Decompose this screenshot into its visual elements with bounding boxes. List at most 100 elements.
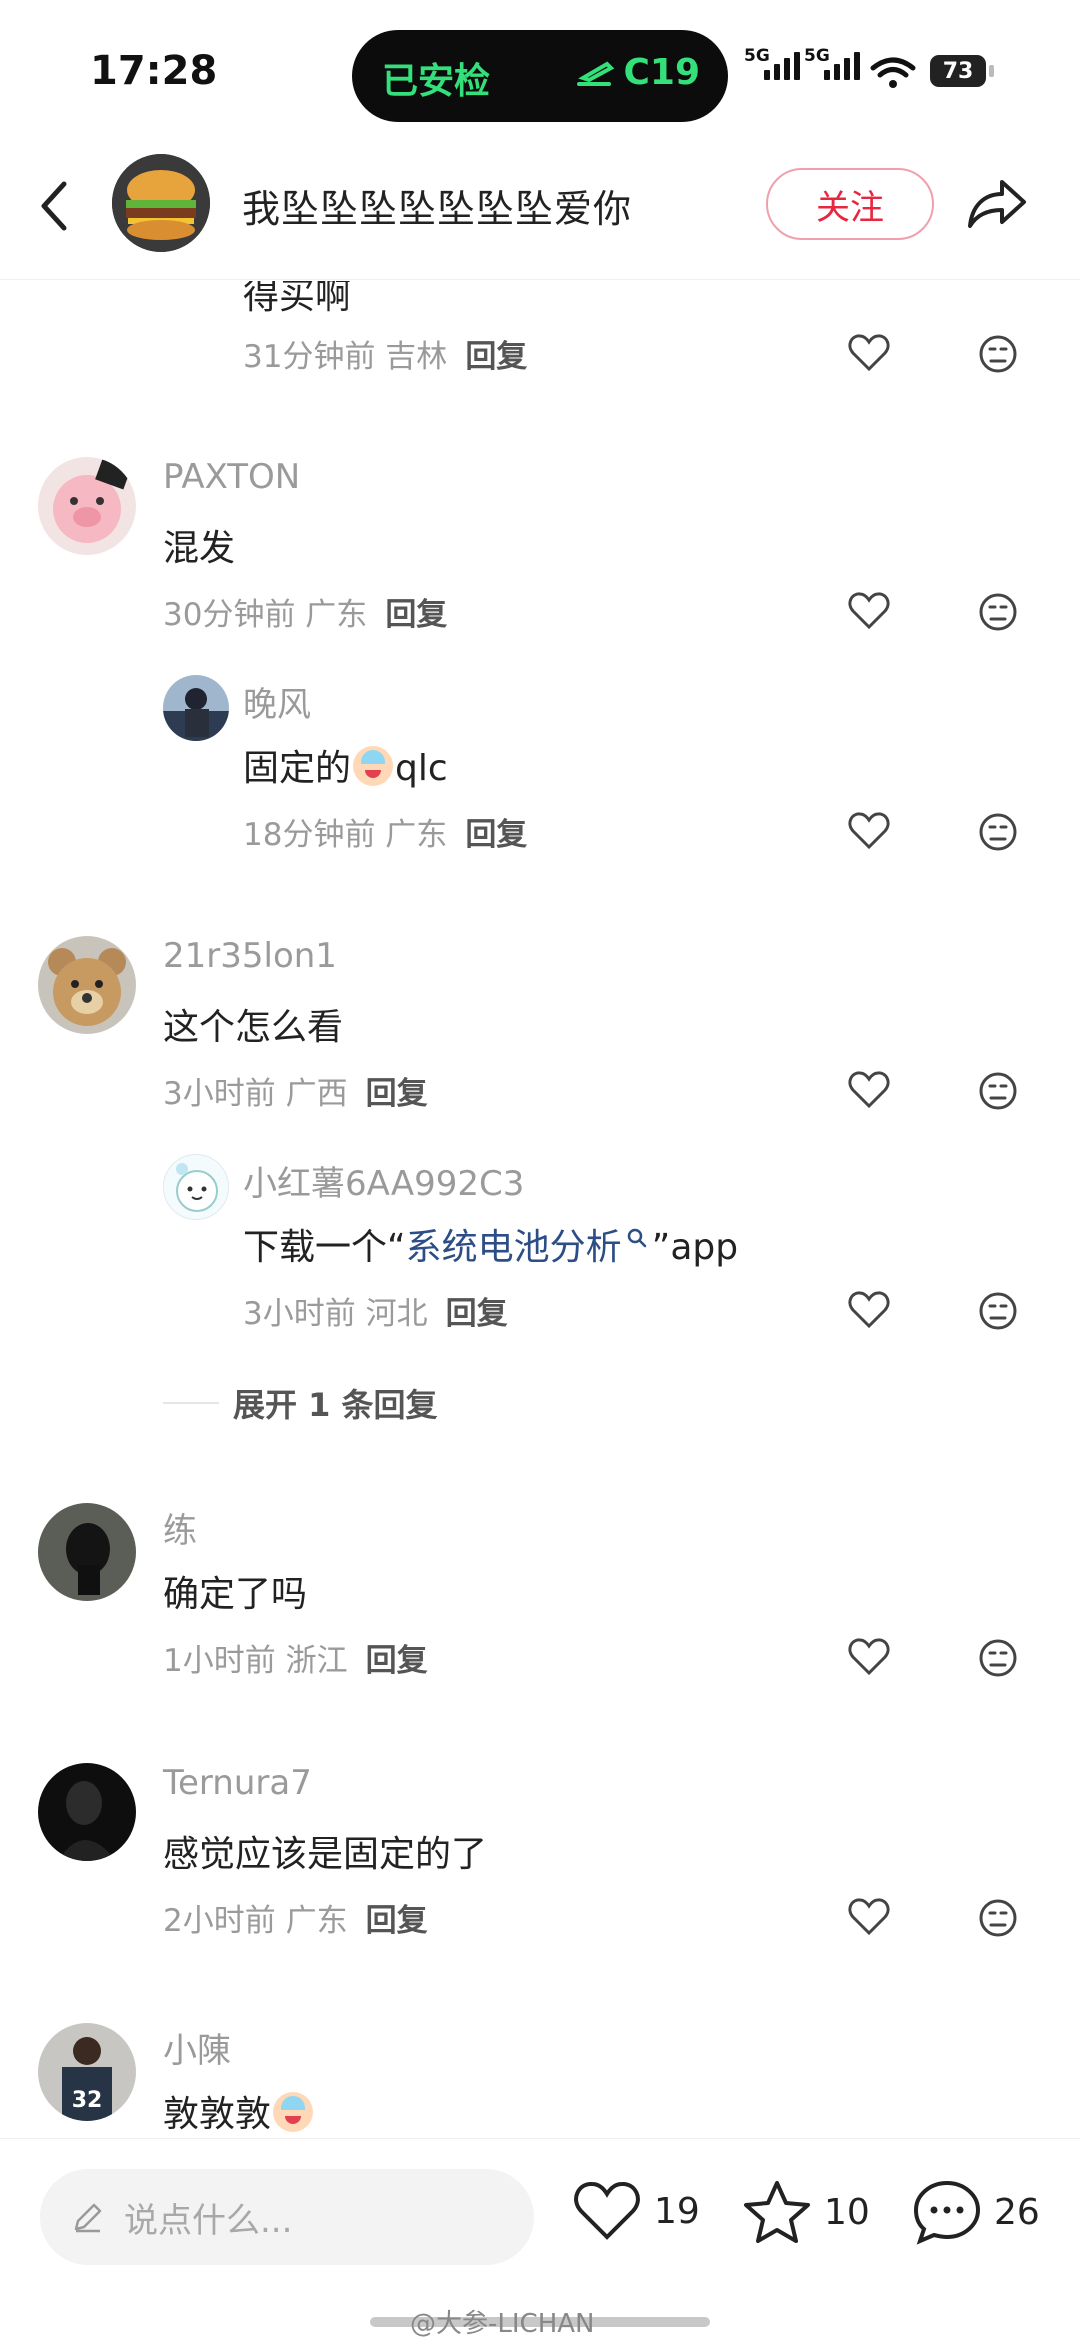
like-button[interactable]: 19 xyxy=(572,2179,700,2243)
comment-time-location: 3小时前 河北 xyxy=(243,1296,428,1332)
comment-input[interactable]: 说点什么... xyxy=(40,2169,534,2265)
dislike-face-icon[interactable] xyxy=(978,592,1018,632)
user-avatar[interactable] xyxy=(163,1154,229,1220)
comment-count-button[interactable]: 26 xyxy=(912,2179,1040,2245)
basketball-player-avatar-image: 32 xyxy=(38,2023,136,2121)
comment-time-location: 2小时前 广东 xyxy=(163,1903,348,1939)
island-status-label: 已安检 xyxy=(382,61,491,102)
comment-meta: 2小时前 广东 回复 xyxy=(163,1895,428,1940)
comment-meta: 30分钟前 广东 回复 xyxy=(163,589,447,634)
signal-tag: 5G xyxy=(744,46,770,66)
comment-username[interactable]: 小陳 xyxy=(163,2023,231,2072)
comment-username[interactable]: 小红薯6AA992C3 xyxy=(243,1156,524,1205)
dark-portrait-avatar-image xyxy=(38,1763,136,1861)
pencil-icon xyxy=(74,2203,102,2233)
signal-icon-1: 5G xyxy=(744,46,800,80)
dislike-face-icon[interactable] xyxy=(978,1291,1018,1331)
reply-button[interactable]: 回复 xyxy=(385,597,447,633)
comment-meta: 1小时前 浙江 回复 xyxy=(163,1635,428,1680)
follow-button[interactable]: 关注 xyxy=(766,168,934,240)
watermark: @大参-LICHAN xyxy=(410,2309,595,2339)
comment-list[interactable]: 得买啊 31分钟前 吉林 回复 PAXTON 混发 30分钟前 广东 回复 晚风 固… xyxy=(0,281,1080,2138)
heart-icon[interactable] xyxy=(848,1070,890,1110)
reply-button[interactable]: 回复 xyxy=(366,1903,428,1939)
heart-icon[interactable] xyxy=(848,811,890,851)
gate-label: C19 xyxy=(623,52,700,93)
user-avatar[interactable] xyxy=(38,457,136,555)
reply-button[interactable]: 回复 xyxy=(446,1296,508,1332)
comment-count: 26 xyxy=(994,2191,1040,2233)
island-gate: C19 xyxy=(575,52,700,93)
comment-time-location: 31分钟前 吉林 xyxy=(243,339,448,375)
comment-text: 这个怎么看 xyxy=(163,1007,344,1048)
cartoon-avatar-image xyxy=(164,1155,228,1219)
plane-icon xyxy=(577,60,615,86)
heart-icon[interactable] xyxy=(848,1637,890,1677)
dark-avatar-image xyxy=(38,1503,136,1601)
collect-count: 10 xyxy=(824,2191,870,2233)
comment-text-part: 固定的 xyxy=(243,748,352,789)
heart-icon[interactable] xyxy=(848,1897,890,1937)
user-avatar[interactable] xyxy=(38,1503,136,1601)
status-bar: 17:28 已安检 C19 5G 5G 73 xyxy=(0,0,1080,140)
comment-text: 混发 xyxy=(163,528,236,569)
bottom-action-bar: 说点什么... 19 10 26 @大参-LICHAN xyxy=(0,2138,1080,2346)
dislike-face-icon[interactable] xyxy=(978,334,1018,374)
dislike-face-icon[interactable] xyxy=(978,1071,1018,1111)
dislike-face-icon[interactable] xyxy=(978,812,1018,852)
comment-input-placeholder: 说点什么... xyxy=(124,2200,293,2241)
comment-meta: 3小时前 河北 回复 xyxy=(243,1288,508,1333)
user-avatar[interactable]: 32 xyxy=(38,2023,136,2121)
comment-text: 确定了吗 xyxy=(163,1574,308,1615)
star-icon xyxy=(744,2181,810,2243)
like-count: 19 xyxy=(654,2190,700,2232)
reply-button[interactable]: 回复 xyxy=(465,339,527,375)
share-icon[interactable] xyxy=(966,176,1030,232)
comment-username[interactable]: Ternura7 xyxy=(163,1763,312,1803)
burger-avatar-image xyxy=(112,154,210,252)
comment-username[interactable]: 晚风 xyxy=(243,677,311,726)
comment-meta: 18分钟前 广东 回复 xyxy=(243,809,527,854)
heart-icon[interactable] xyxy=(848,333,890,373)
comment-time-location: 18分钟前 广东 xyxy=(243,817,448,853)
comment-username[interactable]: 21r35lon1 xyxy=(163,936,337,976)
comment-time-location: 3小时前 广西 xyxy=(163,1076,348,1112)
person-avatar-image xyxy=(163,675,229,741)
comment-text: 敦敦敦 xyxy=(163,2085,315,2137)
collect-button[interactable]: 10 xyxy=(742,2179,870,2245)
comment-username[interactable]: 练 xyxy=(163,1503,197,1552)
search-icon[interactable] xyxy=(626,1227,648,1251)
comment-meta: 3小时前 广西 回复 xyxy=(163,1068,428,1113)
reply-button[interactable]: 回复 xyxy=(366,1076,428,1112)
reply-button[interactable]: 回复 xyxy=(366,1643,428,1679)
comment-text: 感觉应该是固定的了 xyxy=(163,1834,488,1875)
svg-text:32: 32 xyxy=(72,2088,103,2113)
user-avatar[interactable] xyxy=(163,675,229,741)
search-keyword-link[interactable]: 系统电池分析 xyxy=(406,1227,622,1268)
comment-username[interactable]: PAXTON xyxy=(163,457,300,497)
comment-meta: 31分钟前 吉林 回复 xyxy=(243,331,527,376)
reply-button[interactable]: 回复 xyxy=(465,817,527,853)
author-avatar[interactable] xyxy=(112,154,210,252)
dynamic-island[interactable]: 已安检 C19 xyxy=(352,30,728,122)
comment-text-part: 下载一个“ xyxy=(243,1227,406,1268)
comment-time-location: 1小时前 浙江 xyxy=(163,1643,348,1679)
comment-text-part: ”app xyxy=(651,1227,739,1268)
battery-indicator: 73 xyxy=(930,55,994,87)
dislike-face-icon[interactable] xyxy=(978,1638,1018,1678)
author-name[interactable]: 我坠坠坠坠坠坠坠爱你 xyxy=(242,178,632,233)
heart-icon[interactable] xyxy=(848,591,890,631)
dislike-face-icon[interactable] xyxy=(978,1898,1018,1938)
post-header: 我坠坠坠坠坠坠坠爱你 关注 xyxy=(0,140,1080,280)
user-avatar[interactable] xyxy=(38,936,136,1034)
back-icon[interactable] xyxy=(34,176,74,236)
heart-icon[interactable] xyxy=(848,1290,890,1330)
crying-emoji-icon xyxy=(353,746,394,786)
user-avatar[interactable] xyxy=(38,1763,136,1861)
comment-text-part: qlc xyxy=(395,748,448,789)
status-time: 17:28 xyxy=(90,48,218,94)
signal-tag: 5G xyxy=(804,46,830,66)
teddy-bear-avatar-image xyxy=(38,936,136,1034)
comment-text-part: 敦敦敦 xyxy=(163,2094,272,2135)
expand-replies-button[interactable]: 展开 1 条回复 xyxy=(163,1380,438,1426)
